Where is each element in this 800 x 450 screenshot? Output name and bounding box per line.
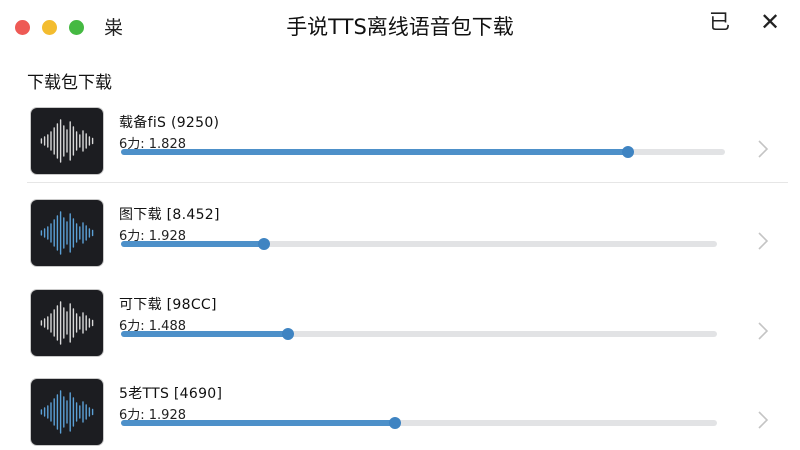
section-title: 下载包下载 [27,73,112,93]
waveform-icon [31,200,103,266]
chevron-right-icon[interactable] [754,319,772,343]
progress-fill [121,331,288,337]
package-item[interactable]: 图下载 [8.452] 6力: 1.928 [0,193,800,281]
progress-knob[interactable] [622,146,635,158]
title-bar: 粜 手说TTS离线语音包下载 已 ✕ [0,0,800,50]
package-name: 5老TTS [4690] [119,386,223,402]
waveform-icon [31,108,103,174]
progress-fill [121,241,265,247]
waveform-icon [31,379,103,445]
package-name: 载备fiS (9250) [119,115,220,131]
package-item[interactable]: 5老TTS [4690] 6力: 1.928 [0,372,800,450]
progress-slider[interactable] [121,327,717,341]
package-name: 图下载 [8.452] [119,207,220,223]
progress-slider[interactable] [121,416,717,430]
window-title: 手说TTS离线语音包下载 [286,15,514,39]
progress-slider[interactable] [121,237,717,251]
close-icon[interactable]: ✕ [760,9,780,35]
progress-fill [121,149,629,155]
progress-slider[interactable] [121,145,725,159]
chevron-right-icon[interactable] [754,137,772,161]
progress-fill [121,420,396,426]
chevron-right-icon[interactable] [754,229,772,253]
progress-knob[interactable] [258,238,271,250]
chevron-right-icon[interactable] [754,408,772,432]
progress-knob[interactable] [389,417,402,429]
minimize-icon[interactable]: 已 [709,9,730,35]
package-item[interactable]: 可下载 [98CC] 6力: 1.488 [0,283,800,371]
package-name: 可下载 [98CC] [119,297,217,313]
waveform-icon [31,290,103,356]
package-item[interactable]: 载备fiS (9250) 6力: 1.828 [0,101,800,189]
progress-knob[interactable] [281,328,294,340]
